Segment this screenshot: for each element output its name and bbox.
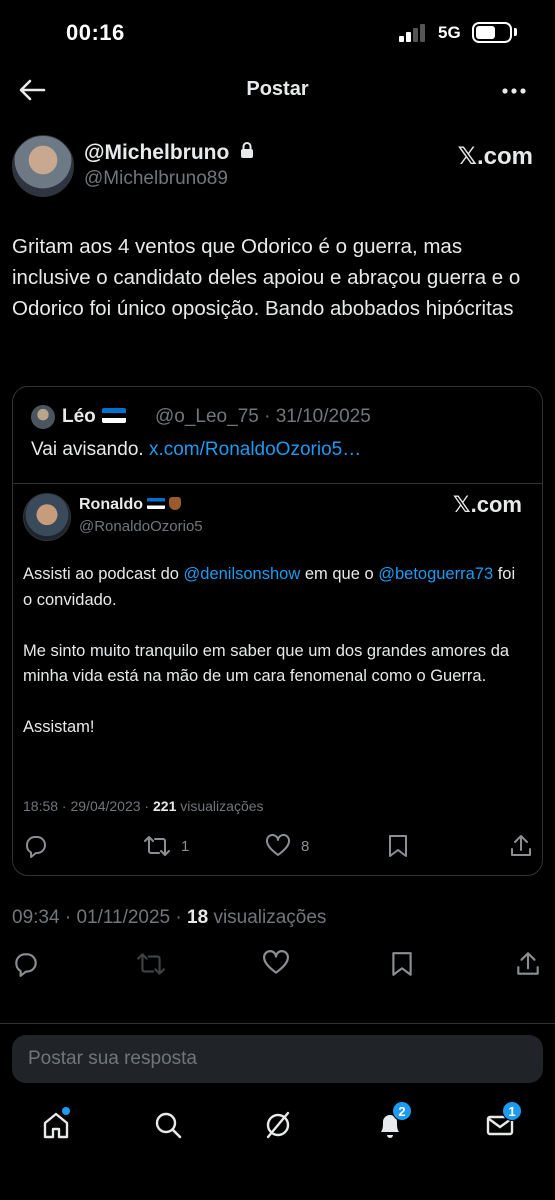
tab-home[interactable] — [36, 1105, 76, 1145]
more-button[interactable] — [499, 76, 529, 106]
embedded-author-handle: @RonaldoOzorio5 — [79, 518, 203, 535]
grok-icon — [266, 1111, 290, 1139]
flag-icon — [147, 498, 165, 509]
reply-button[interactable] — [23, 832, 49, 860]
mention-link[interactable]: @denilsonshow — [184, 565, 301, 583]
embedded-actions: 1 8 — [13, 832, 542, 862]
quote-text: Vai avisando. x.com/RonaldoOzorio5… — [31, 439, 361, 461]
author-name[interactable]: @Michelbruno — [84, 141, 229, 164]
post-text: Gritam aos 4 ventos que Odorico é o guer… — [12, 235, 521, 320]
reply-box[interactable] — [12, 1035, 543, 1083]
quote-meta: @o_Leo_75 · 31/10/2025 — [155, 406, 371, 427]
post-date: 01/11/2025 — [76, 907, 171, 928]
post-views-label: visualizações — [213, 907, 327, 928]
post-views-count: 18 — [187, 907, 209, 928]
heart-icon — [266, 834, 290, 856]
like-button[interactable]: 8 — [265, 832, 309, 860]
embedded-paragraph: Assistam! — [23, 718, 95, 736]
retweet-icon — [137, 953, 165, 975]
quote-body: Vai avisando. — [31, 439, 144, 460]
retweet-count: 1 — [181, 837, 190, 855]
embedded-author-name: Ronaldo — [79, 496, 143, 513]
embedded-views-label: visualizações — [180, 798, 264, 814]
battery-icon — [472, 22, 512, 43]
source-label: 𝕏.com — [452, 492, 522, 517]
heart-icon — [263, 950, 289, 974]
flag-icon — [101, 408, 126, 423]
retweet-button[interactable]: 1 — [143, 832, 189, 860]
reply-icon — [26, 836, 46, 858]
embedded-timestamp: 18:58 · 29/04/2023 · — [23, 798, 153, 814]
quote-author-name: Léo — [62, 406, 96, 427]
embedded-meta: 18:58 · 29/04/2023 · 221 visualizações — [23, 798, 264, 814]
share-icon — [517, 952, 539, 975]
text-segment: Assisti ao podcast do — [23, 565, 184, 583]
avatar — [23, 493, 71, 541]
post-actions — [0, 950, 555, 982]
bookmark-icon — [389, 835, 407, 857]
embedded-paragraph: Assisti ao podcast do @denilsonshow em q… — [23, 562, 528, 613]
post-meta: 09:34 · 01/11/2025 · 18 visualizações — [12, 907, 327, 928]
retweet-icon — [144, 836, 170, 856]
share-icon — [511, 835, 531, 856]
author-name-row[interactable]: @Michelbruno — [84, 141, 255, 165]
reply-icon — [15, 953, 37, 977]
messages-badge: 1 — [502, 1101, 522, 1121]
like-count: 8 — [301, 837, 310, 855]
network-label: 5G — [438, 23, 461, 42]
more-icon — [502, 88, 526, 94]
post-time: 09:34 — [12, 907, 60, 928]
divider — [0, 1023, 555, 1024]
tab-notifications[interactable]: 2 — [370, 1101, 412, 1145]
like-button[interactable] — [262, 950, 290, 980]
embedded-text: Assisti ao podcast do @denilsonshow em q… — [23, 562, 528, 766]
author-handle[interactable]: @Michelbruno89 — [84, 168, 228, 190]
lock-icon — [239, 141, 255, 165]
bookmark-icon — [392, 952, 412, 976]
quote-link[interactable]: x.com/RonaldoOzorio5… — [149, 439, 361, 460]
bookmark-button[interactable] — [390, 950, 418, 980]
top-bar: Postar — [0, 64, 555, 116]
search-icon — [155, 1112, 182, 1139]
source-label: 𝕏.com — [457, 143, 533, 170]
page-title: Postar — [246, 78, 309, 100]
notification-dot — [62, 1107, 70, 1115]
retweet-button[interactable] — [136, 950, 165, 980]
status-bar: 00:16 5G — [0, 0, 555, 64]
tab-search[interactable] — [148, 1105, 188, 1145]
status-time: 00:16 — [66, 20, 125, 45]
tab-messages[interactable]: 1 — [480, 1101, 522, 1145]
embedded-views-count: 221 — [153, 798, 177, 814]
embedded-paragraph: Me sinto muito tranquilo em saber que um… — [23, 641, 510, 686]
tab-grok[interactable] — [258, 1105, 298, 1145]
mention-link[interactable]: @betoguerra73 — [378, 565, 493, 583]
bookmark-button[interactable] — [387, 832, 409, 860]
avatar[interactable] — [12, 135, 74, 197]
post-author: @Michelbruno @Michelbruno89 𝕏.com — [12, 132, 543, 198]
embedded-post[interactable]: Ronaldo @RonaldoOzorio5 𝕏.com Assisti ao… — [13, 483, 542, 875]
mate-cup-icon — [169, 497, 181, 510]
bottom-tab-bar: 2 1 — [0, 1093, 555, 1200]
text-segment: em que o — [300, 565, 379, 583]
quoted-post[interactable]: Léo @o_Leo_75 · 31/10/2025 Vai avisando.… — [12, 386, 543, 876]
avatar — [31, 405, 55, 429]
share-button[interactable] — [515, 950, 543, 980]
reply-button[interactable] — [12, 950, 40, 980]
reply-input[interactable] — [12, 1035, 543, 1083]
notifications-badge: 2 — [392, 1101, 412, 1121]
share-button[interactable] — [509, 832, 533, 860]
signal-icon — [399, 24, 429, 42]
